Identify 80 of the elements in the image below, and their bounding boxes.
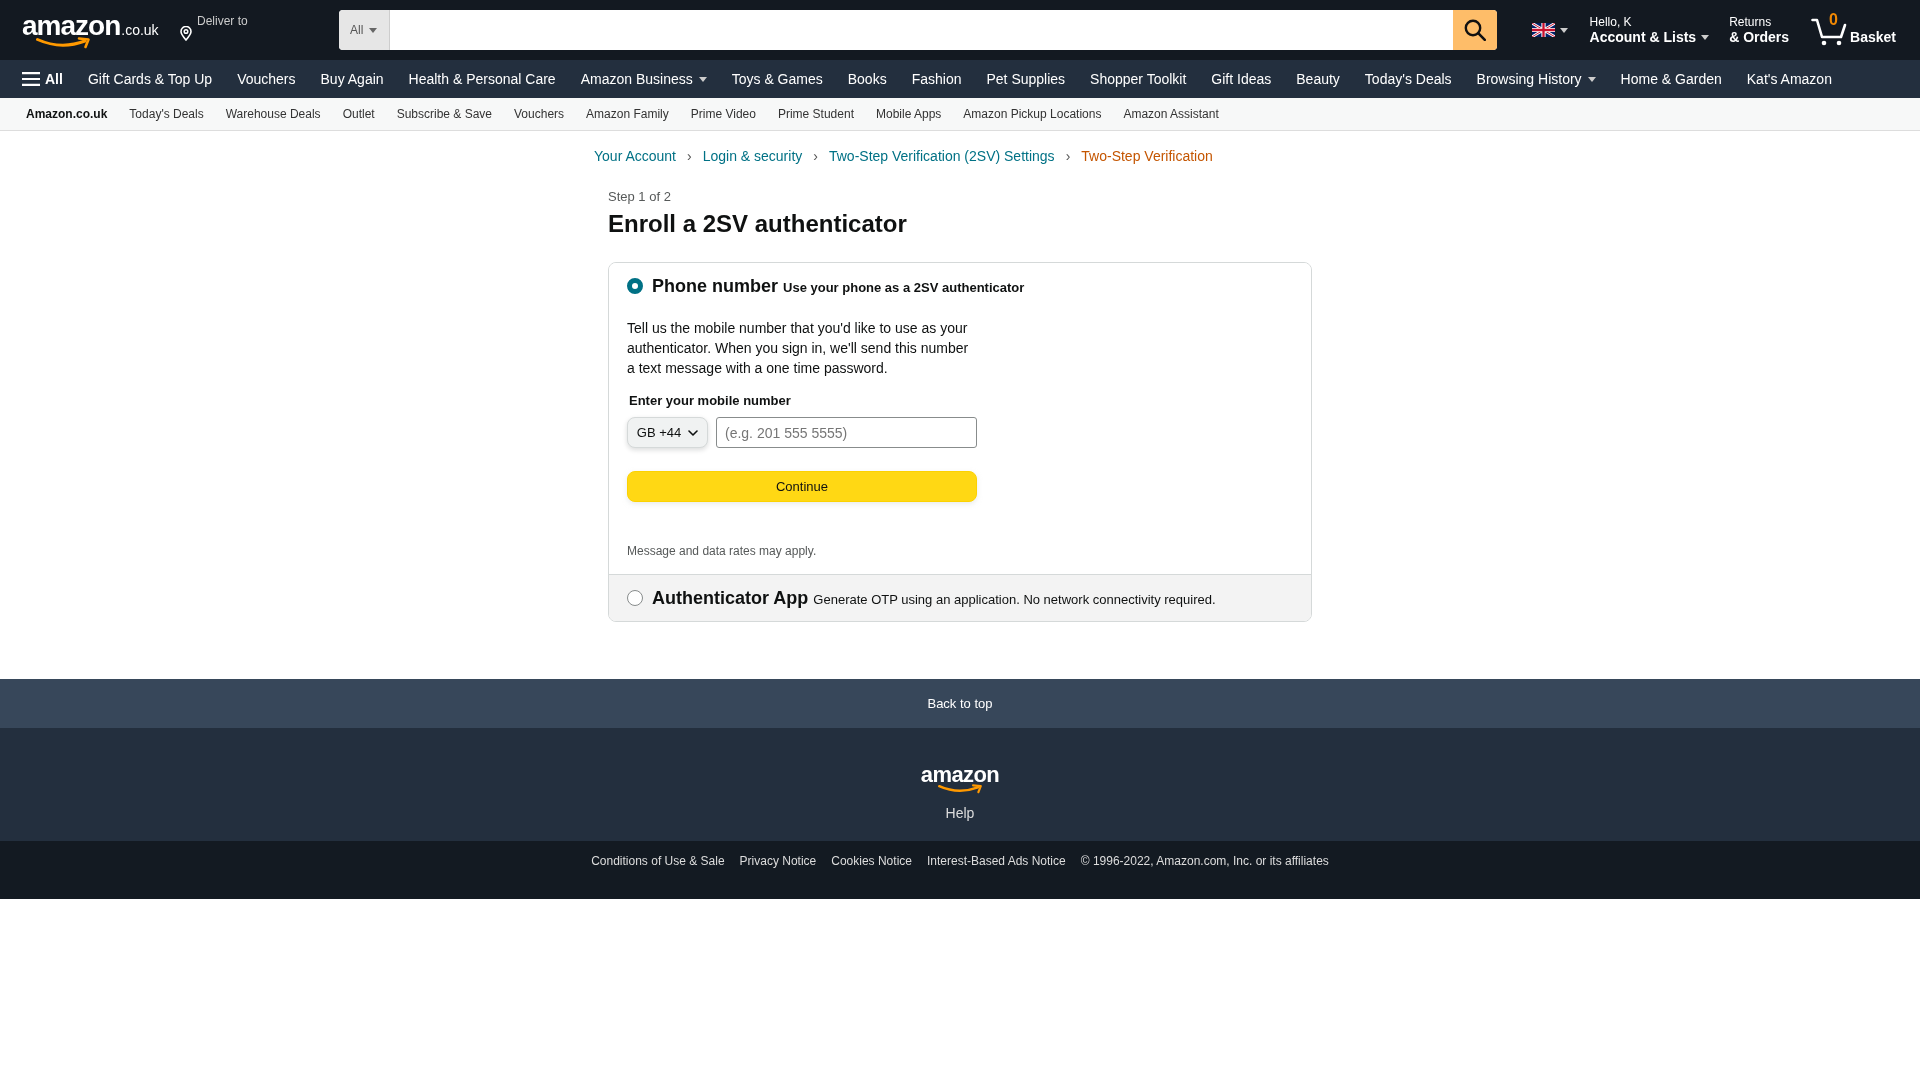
smile-arrow-icon xyxy=(938,784,982,794)
option-description: Use your phone as a 2SV authenticator xyxy=(783,280,1025,295)
option-title: Authenticator App xyxy=(652,587,809,609)
language-selector[interactable] xyxy=(1531,23,1568,37)
subnav-link[interactable]: Warehouse Deals xyxy=(225,107,321,121)
nav-link[interactable]: Gift Cards & Top Up xyxy=(87,71,213,87)
basket-link[interactable]: 0 Basket xyxy=(1811,14,1896,46)
nav-link[interactable]: Amazon Business xyxy=(580,71,707,87)
option-title: Phone number xyxy=(652,275,778,297)
nav-link[interactable]: Vouchers xyxy=(237,71,296,87)
basket-count: 0 xyxy=(1829,11,1838,29)
page-title: Enroll a 2SV authenticator xyxy=(608,209,908,239)
step-indicator: Step 1 of 2 xyxy=(608,188,672,205)
menu-icon xyxy=(22,72,40,86)
search-button[interactable] xyxy=(1452,10,1497,50)
subnav-link[interactable]: Amazon Pickup Locations xyxy=(963,107,1102,121)
all-menu-button[interactable]: All xyxy=(22,71,63,87)
nav-link[interactable]: Beauty xyxy=(1296,71,1340,87)
breadcrumb-link[interactable]: Your Account xyxy=(594,147,676,166)
continue-button[interactable]: Continue xyxy=(627,471,977,502)
logo-wordmark[interactable]: amazon xyxy=(22,13,121,39)
radio-button[interactable] xyxy=(627,590,643,606)
returns-orders-link[interactable]: Returns & Orders xyxy=(1729,14,1790,46)
subnav-link[interactable]: Vouchers xyxy=(514,107,565,121)
subnav-link[interactable]: Amazon.co.uk xyxy=(26,107,108,121)
option-description: Generate OTP using an application. No network connectivity required. xyxy=(813,592,1216,607)
location-pin-icon xyxy=(180,26,192,41)
caret-icon xyxy=(1559,27,1568,33)
back-to-top-button[interactable]: Back to top xyxy=(0,679,1920,728)
flag-icon xyxy=(1531,23,1555,37)
radio-button[interactable] xyxy=(627,278,643,294)
nav-link[interactable]: Pet Supplies xyxy=(986,71,1066,87)
subnav-link[interactable]: Outlet xyxy=(342,107,375,121)
nav-link[interactable]: Buy Again xyxy=(320,71,384,87)
nav-link[interactable]: Health & Personal Care xyxy=(408,71,556,87)
subnav-link[interactable]: Subscribe & Save xyxy=(396,107,493,121)
nav-link[interactable]: Home & Garden xyxy=(1620,71,1722,87)
search-category-dropdown[interactable]: All xyxy=(338,10,390,50)
subnav-link[interactable]: Mobile Apps xyxy=(875,107,942,121)
breadcrumb-separator: › xyxy=(687,147,692,166)
account-lists-link[interactable]: Hello, K Account & Lists xyxy=(1589,14,1710,46)
nav-link[interactable]: Today's Deals xyxy=(1364,71,1452,87)
deliver-to-link[interactable]: Deliver to xyxy=(180,0,248,41)
footer-logo-wordmark[interactable]: amazon xyxy=(920,765,1000,785)
footer-link[interactable]: Conditions of Use & Sale xyxy=(591,853,725,869)
chevron-down-icon xyxy=(688,429,699,436)
nav-link[interactable]: Fashion xyxy=(911,71,962,87)
breadcrumb-separator: › xyxy=(813,147,818,166)
nav-link[interactable]: Books xyxy=(847,71,887,87)
subnav-link[interactable]: Prime Video xyxy=(690,107,756,121)
caret-icon xyxy=(369,27,378,33)
nav-link[interactable]: Toys & Games xyxy=(731,71,823,87)
subnav-link[interactable]: Amazon Assistant xyxy=(1123,107,1219,121)
footer-link[interactable]: Privacy Notice xyxy=(739,853,817,869)
subnav-link[interactable]: Amazon Family xyxy=(586,107,669,121)
nav-link[interactable]: Kat's Amazon xyxy=(1746,71,1832,87)
disclaimer-text: Message and data rates may apply. xyxy=(627,543,818,559)
footer-link[interactable]: Interest-Based Ads Notice xyxy=(926,853,1066,869)
caret-icon xyxy=(698,76,707,82)
logo-domain: .co.uk xyxy=(121,22,159,38)
breadcrumb-link[interactable]: Login & security xyxy=(702,147,803,166)
nav-link[interactable]: Shopper Toolkit xyxy=(1090,71,1187,87)
breadcrumb-link[interactable]: Two-Step Verification (2SV) Settings xyxy=(828,147,1055,166)
subnav-link[interactable]: Prime Student xyxy=(777,107,854,121)
nav-link[interactable]: Gift Ideas xyxy=(1211,71,1272,87)
field-label: Enter your mobile number xyxy=(629,392,792,410)
caret-icon xyxy=(1701,35,1710,41)
breadcrumb-separator: › xyxy=(1065,147,1071,166)
phone-number-field[interactable]: (e.g. 201 555 5555) xyxy=(716,417,977,448)
subnav-link[interactable]: Today's Deals xyxy=(129,107,204,121)
footer-link[interactable]: Cookies Notice xyxy=(831,853,912,869)
copyright-text: © 1996-2022, Amazon.com, Inc. or its affiliates xyxy=(1080,853,1329,869)
search-icon xyxy=(1463,19,1486,41)
instructions-text: Tell us the mobile number that you'd like to use as your authenticator. When you sign in, we'll send this number a text message with a one time password. xyxy=(627,319,970,378)
breadcrumb-link[interactable]: Two-Step Verification xyxy=(1081,147,1213,166)
help-link[interactable]: Help xyxy=(945,805,975,822)
caret-icon xyxy=(1587,76,1596,82)
nav-link[interactable]: Browsing History xyxy=(1476,71,1596,87)
country-code-dropdown[interactable]: GB +44 xyxy=(627,417,708,448)
smile-arrow-icon xyxy=(36,37,90,49)
